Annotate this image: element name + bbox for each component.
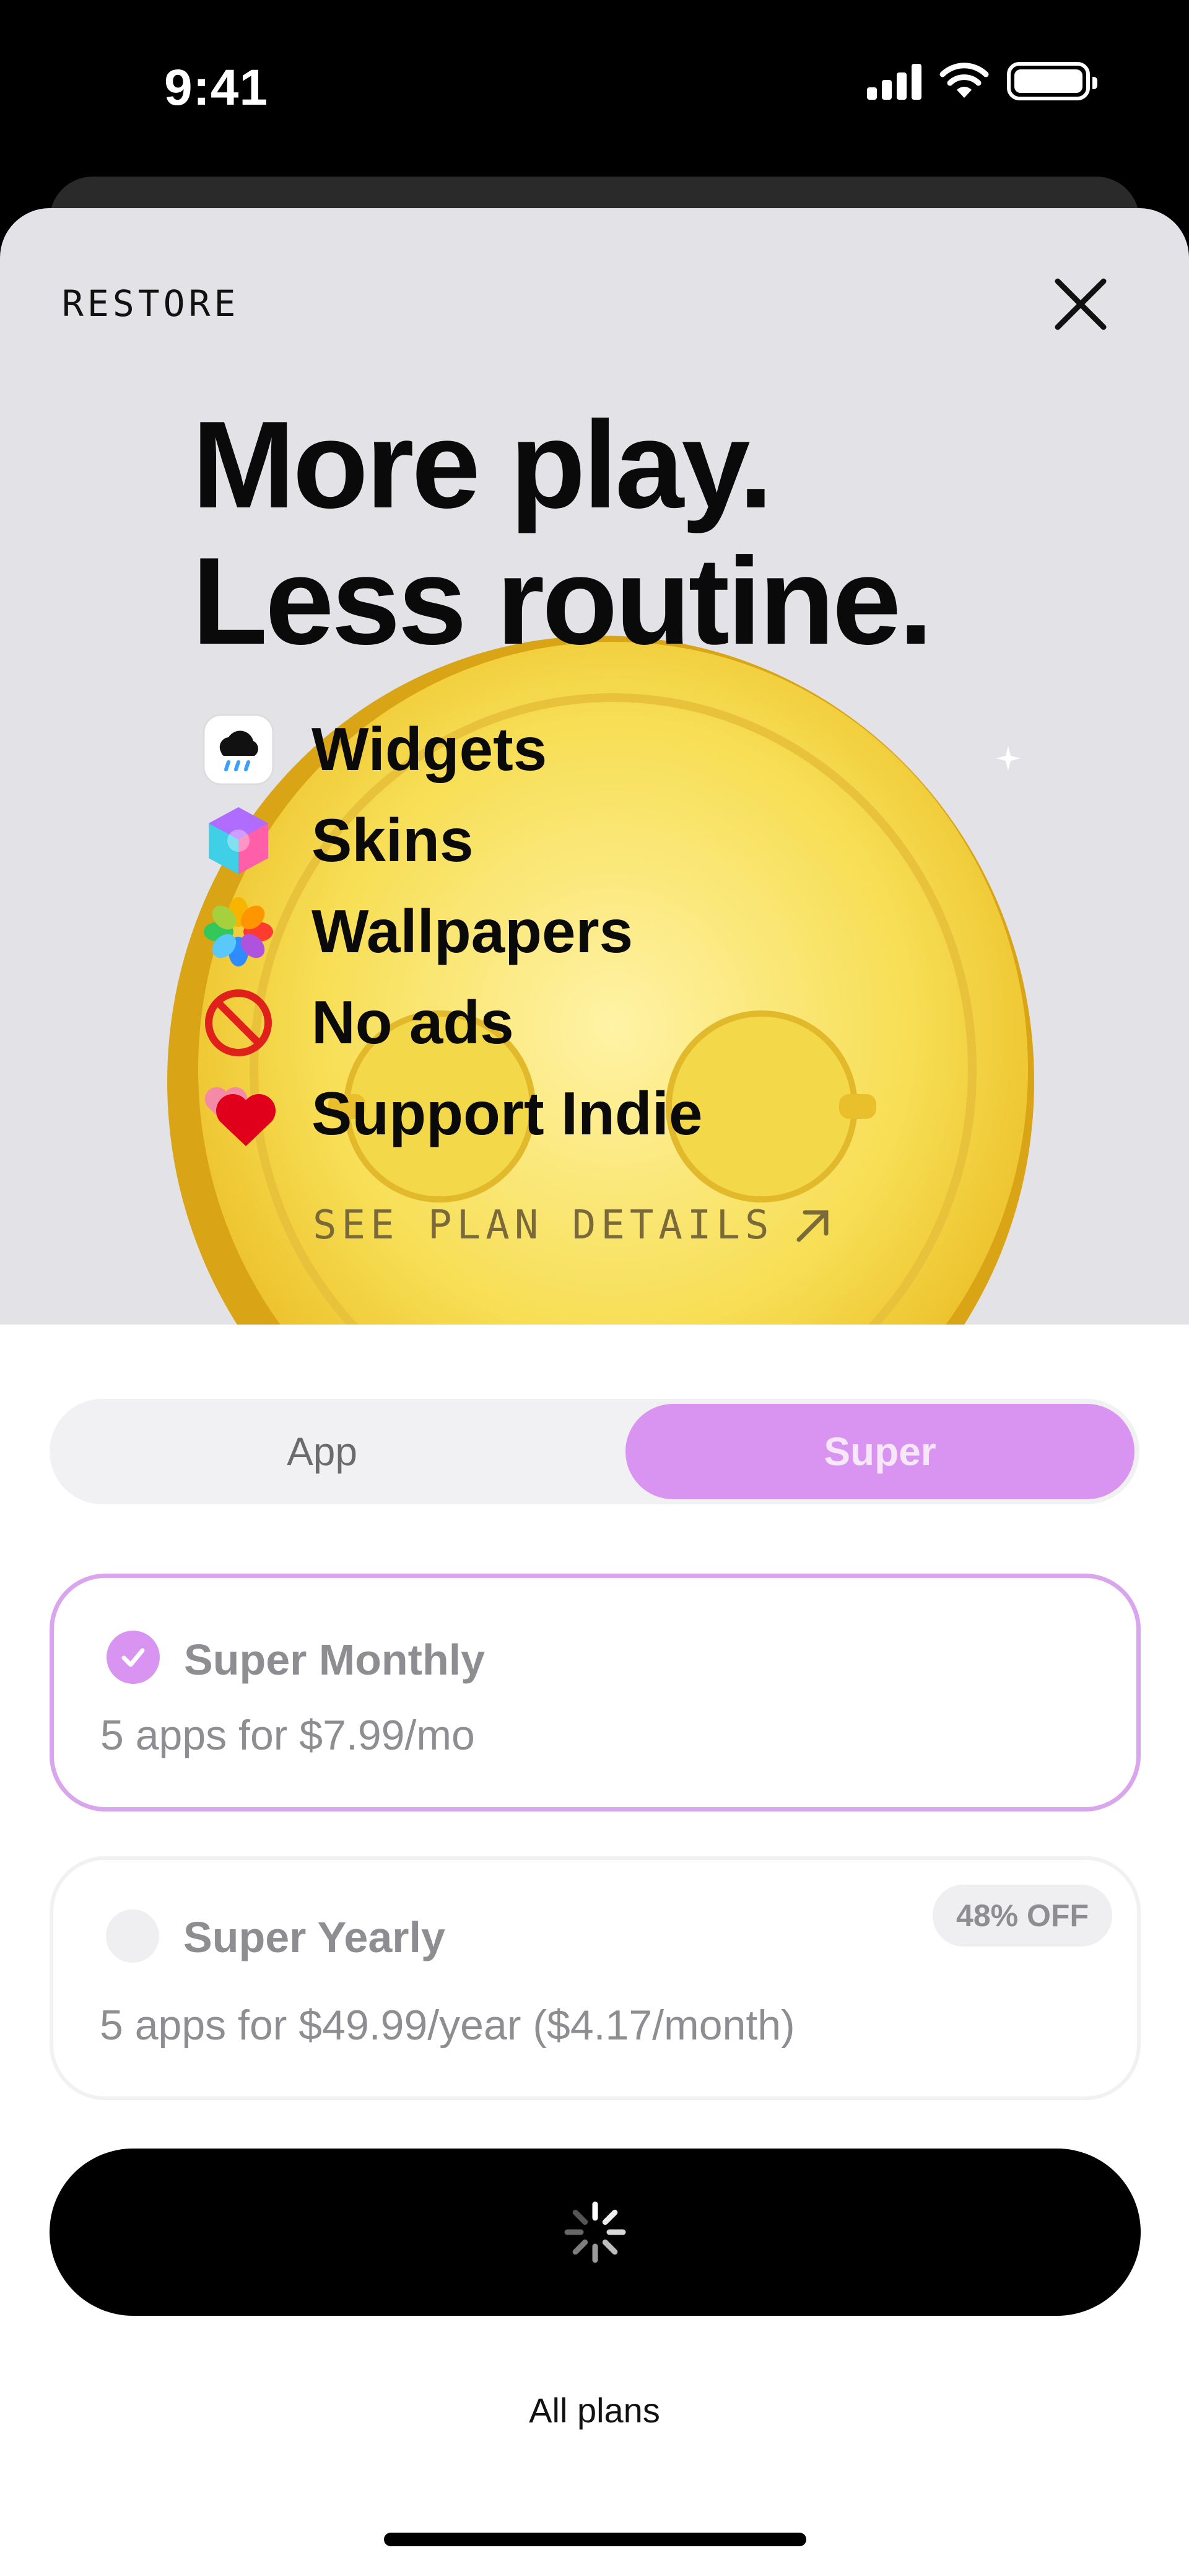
feature-support-indie: Support Indie bbox=[201, 1068, 703, 1159]
feature-list: Widgets Skins Wallpapers No ads Support … bbox=[201, 704, 703, 1159]
plan-description: 5 apps for $49.99/year ($4.17/month) bbox=[100, 2002, 795, 2049]
see-plan-details-label: SEE PLAN DETAILS bbox=[313, 1203, 774, 1248]
feature-label: Wallpapers bbox=[311, 897, 634, 965]
cloud-rain-icon bbox=[201, 712, 276, 787]
plan-title: Super Monthly bbox=[184, 1636, 486, 1684]
discount-badge: 48% OFF bbox=[933, 1885, 1112, 1947]
hexagon-skins-icon bbox=[201, 804, 276, 878]
status-bar: 9:41 bbox=[0, 0, 1189, 180]
segment-super[interactable]: Super bbox=[625, 1404, 1135, 1499]
plan-title: Super Yearly bbox=[183, 1913, 445, 1961]
plan-type-segmented-control: App Super bbox=[50, 1399, 1139, 1504]
plan-option-monthly[interactable]: Super Monthly 5 apps for $7.99/mo bbox=[50, 1574, 1141, 1812]
feature-widgets: Widgets bbox=[201, 704, 703, 795]
headline-line-1: More play. bbox=[192, 396, 773, 534]
restore-button[interactable]: RESTORE bbox=[62, 283, 239, 325]
flower-photos-icon bbox=[201, 895, 276, 969]
plan-option-yearly[interactable]: Super Yearly 48% OFF 5 apps for $49.99/y… bbox=[50, 1856, 1141, 2100]
plan-panel: App Super Super Monthly 5 apps for $7.99… bbox=[0, 1325, 1189, 2576]
feature-no-ads: No ads bbox=[201, 977, 703, 1068]
plan-description: 5 apps for $7.99/mo bbox=[100, 1712, 475, 1759]
arrow-up-right-icon bbox=[796, 1210, 828, 1242]
feature-wallpapers: Wallpapers bbox=[201, 886, 703, 977]
feature-label: Skins bbox=[311, 806, 474, 874]
no-sign-icon bbox=[201, 986, 276, 1060]
status-time: 9:41 bbox=[164, 59, 269, 116]
feature-label: No ads bbox=[311, 988, 514, 1056]
feature-skins: Skins bbox=[201, 795, 703, 886]
all-plans-link[interactable]: All plans bbox=[0, 2390, 1189, 2430]
headline: More play. Less routine. bbox=[192, 396, 933, 670]
loading-spinner-icon bbox=[564, 2201, 626, 2263]
radio-checked-icon[interactable] bbox=[107, 1631, 160, 1684]
hearts-icon bbox=[201, 1077, 276, 1151]
sparkle-icon bbox=[996, 746, 1021, 771]
status-icons bbox=[867, 62, 1097, 100]
feature-label: Widgets bbox=[311, 715, 547, 783]
headline-line-2: Less routine. bbox=[192, 532, 933, 670]
see-plan-details-link[interactable]: SEE PLAN DETAILS bbox=[313, 1203, 834, 1248]
close-icon[interactable] bbox=[1047, 270, 1115, 338]
cellular-signal-icon bbox=[867, 63, 921, 100]
segment-app[interactable]: App bbox=[50, 1399, 594, 1504]
wifi-icon bbox=[939, 63, 989, 98]
radio-unchecked-icon[interactable] bbox=[106, 1909, 159, 1963]
hero-section: RESTORE More play. Less routine. Widgets… bbox=[0, 208, 1189, 1325]
battery-icon bbox=[1007, 62, 1097, 100]
feature-label: Support Indie bbox=[311, 1079, 703, 1147]
subscribe-button[interactable] bbox=[50, 2149, 1141, 2316]
home-indicator bbox=[384, 2533, 806, 2546]
